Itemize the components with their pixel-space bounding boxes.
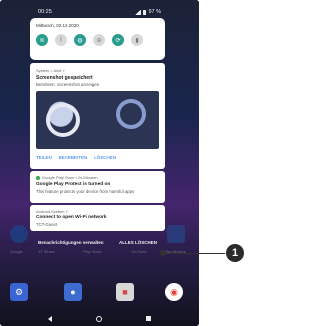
bluetooth-icon[interactable]: ᛒ xyxy=(55,34,67,46)
wifi-icon[interactable]: ≋ xyxy=(36,34,48,46)
notification-actions: TEILEN BEARBEITEN LÖSCHEN xyxy=(36,155,116,160)
notification-header: System • Jetzt ˅ xyxy=(36,68,65,73)
status-bar: 00:25 97 % xyxy=(0,7,199,17)
settings-icon[interactable]: ⚙ xyxy=(10,283,28,301)
preview-decoration xyxy=(116,99,146,129)
rotate-icon[interactable]: ⟳ xyxy=(112,34,124,46)
notification-header: Google Play Store • 2s Minuten xyxy=(36,175,98,180)
notification-header-text: Google Play Store • 2s Minuten xyxy=(42,175,98,180)
notification-subtitle: This feature protects your device from h… xyxy=(36,189,135,194)
status-right: 97 % xyxy=(135,9,161,15)
shade-date: Mittwoch, 02.12.2020 xyxy=(36,23,79,28)
back-icon[interactable] xyxy=(48,315,52,322)
navigation-bar xyxy=(0,311,199,326)
manage-notifications-button[interactable]: Benachrichtigungen verwalten xyxy=(38,240,104,245)
battery-saver-icon[interactable]: ▮ xyxy=(131,34,143,46)
notification-title: Google Play Protect is turned on xyxy=(36,182,111,187)
phone-screen: Google YT Music Play Store YouTube Play … xyxy=(0,0,199,326)
quick-settings-tiles: ≋ ᛒ ◍ ⊖ ⟳ ▮ xyxy=(36,34,143,46)
edit-button[interactable]: BEARBEITEN xyxy=(59,155,88,160)
callout-number-badge: 1 xyxy=(226,244,244,262)
notification-title: Connect to open Wi-Fi network xyxy=(36,215,107,220)
app-dock: ⚙ ● ■ ◉ xyxy=(0,283,199,305)
notification-title: Screenshot gespeichert xyxy=(36,75,93,81)
play-protect-icon xyxy=(36,175,40,180)
recents-icon[interactable] xyxy=(146,316,151,321)
notification-subtitle: TCT-Guest xyxy=(36,222,58,227)
battery-percent: 97 % xyxy=(148,9,161,15)
contacts-icon[interactable]: ● xyxy=(64,283,82,301)
delete-button[interactable]: LÖSCHEN xyxy=(94,155,116,160)
wifi-notification[interactable]: Android-System ˅ Connect to open Wi-Fi n… xyxy=(30,205,165,231)
quick-settings-panel: Mittwoch, 02.12.2020 ≋ ᛒ ◍ ⊖ ⟳ ▮ xyxy=(30,18,165,60)
play-protect-notification[interactable]: Google Play Store • 2s Minuten Google Pl… xyxy=(30,171,165,203)
notification-header: Android-System ˅ xyxy=(36,209,68,214)
clear-all-button[interactable]: ALLES LÖSCHEN xyxy=(119,240,157,245)
signal-icon xyxy=(135,9,142,15)
screenshot-notification[interactable]: System • Jetzt ˅ Screenshot gespeichert … xyxy=(30,63,165,169)
screenshot-preview-image[interactable] xyxy=(36,91,159,149)
chrome-icon[interactable]: ◉ xyxy=(165,283,183,301)
home-icon[interactable] xyxy=(96,315,102,322)
preview-decoration xyxy=(46,103,80,137)
do-not-disturb-icon[interactable]: ◍ xyxy=(74,34,86,46)
status-time: 00:25 xyxy=(38,9,52,15)
share-button[interactable]: TEILEN xyxy=(36,155,52,160)
battery-icon xyxy=(143,9,147,15)
callout-line xyxy=(163,253,225,254)
dnd-minus-icon[interactable]: ⊖ xyxy=(93,34,105,46)
notification-subtitle: Berühren: Screenshot anzeigen xyxy=(36,82,100,87)
notification-footer: Benachrichtigungen verwalten ALLES LÖSCH… xyxy=(30,240,165,245)
camera-icon[interactable]: ■ xyxy=(116,283,134,301)
